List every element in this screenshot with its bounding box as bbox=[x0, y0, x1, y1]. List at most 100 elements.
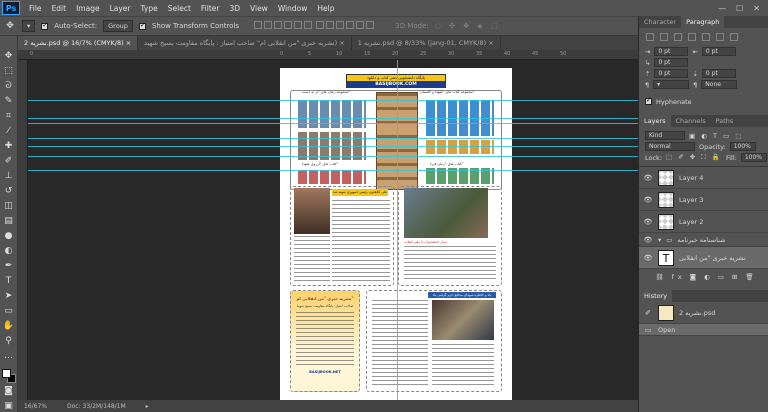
layer-row[interactable]: 👁 Layer 2 bbox=[639, 211, 768, 233]
canvas-area[interactable]: پایگاه دانشجویی نشر کتاب و دانلود BASIJB… bbox=[28, 60, 638, 400]
guide-horizontal[interactable] bbox=[28, 156, 638, 157]
move-tool-icon[interactable]: ✥ bbox=[4, 20, 16, 32]
lock-icons[interactable]: ⬚ ✐ ✥ ⛶ 🔒 bbox=[666, 153, 722, 162]
menu-help[interactable]: Help bbox=[312, 4, 339, 13]
justify-all-icon[interactable] bbox=[730, 32, 738, 41]
align-left-text-icon[interactable] bbox=[646, 32, 654, 41]
justify-last-center-icon[interactable] bbox=[702, 32, 710, 41]
fill-field[interactable]: 100% bbox=[740, 153, 767, 162]
crop-tool-icon[interactable]: ⌗ bbox=[3, 110, 15, 122]
align-bottom-icon[interactable] bbox=[274, 21, 283, 29]
menu-file[interactable]: File bbox=[24, 4, 47, 13]
history-item[interactable]: Open bbox=[658, 326, 675, 334]
align-right-text-icon[interactable] bbox=[674, 32, 682, 41]
distribute-right-icon[interactable] bbox=[366, 21, 375, 29]
eraser-tool-icon[interactable]: ◫ bbox=[3, 200, 15, 212]
menu-window[interactable]: Window bbox=[273, 4, 313, 13]
minimize-icon[interactable]: — bbox=[718, 4, 726, 13]
close-icon[interactable]: ✕ bbox=[753, 4, 760, 13]
menu-image[interactable]: Image bbox=[71, 4, 105, 13]
guide-horizontal[interactable] bbox=[28, 138, 638, 139]
more-tools-icon[interactable]: … bbox=[3, 350, 15, 362]
kind-filter-dropdown[interactable]: Kind bbox=[645, 131, 685, 140]
distribute-middle-icon[interactable] bbox=[326, 21, 335, 29]
opacity-field[interactable]: 100% bbox=[729, 142, 756, 151]
tool-preset-dropdown[interactable]: ▾ bbox=[22, 20, 36, 32]
history-snapshot[interactable]: ✐ نشریه 2.psd bbox=[639, 302, 768, 324]
healing-brush-tool-icon[interactable]: ✚ bbox=[3, 140, 15, 152]
pen-tool-icon[interactable]: ✒ bbox=[3, 260, 15, 272]
menu-filter[interactable]: Filter bbox=[196, 4, 225, 13]
visibility-eye-icon[interactable]: 👁 bbox=[643, 254, 653, 262]
doc-size[interactable]: Doc: 33/2M/148/1M bbox=[67, 403, 126, 410]
blend-mode-dropdown[interactable]: Normal bbox=[645, 142, 695, 151]
zoom-level[interactable]: 16/67% bbox=[24, 403, 47, 410]
menu-select[interactable]: Select bbox=[163, 4, 196, 13]
align-center-text-icon[interactable] bbox=[660, 32, 668, 41]
history-brush-tool-icon[interactable]: ↺ bbox=[3, 185, 15, 197]
tab-doc-2[interactable]: نشریه 2.psd @ 16/7% (CMYK/8) × bbox=[18, 36, 139, 50]
guide-horizontal[interactable] bbox=[28, 118, 638, 119]
tab-doc-news[interactable]: نشریه خبری "من انقلابی ام" صاحب امتیاز :… bbox=[138, 36, 352, 50]
marquee-tool-icon[interactable]: ⬚ bbox=[3, 65, 15, 77]
layer-row[interactable]: 👁 Layer 4 bbox=[639, 167, 768, 189]
visibility-eye-icon[interactable]: 👁 bbox=[643, 196, 653, 204]
hyphenate-checkbox[interactable] bbox=[645, 96, 652, 105]
layer-name[interactable]: Layer 3 bbox=[679, 196, 703, 204]
guide-horizontal[interactable] bbox=[28, 170, 638, 171]
tab-doc-1[interactable]: نشریه 1.psd @ 8/33% (jang-01, CMYK/8) × bbox=[352, 36, 501, 50]
indent-right-field[interactable]: 0 pt bbox=[701, 47, 736, 56]
fx-icon[interactable]: fx bbox=[672, 273, 686, 281]
filter-icons[interactable]: ▣ ◐ T ▭ ⬚ bbox=[689, 132, 743, 140]
layer-name[interactable]: نشریه خبری "من انقلابی bbox=[679, 254, 746, 262]
layer-row[interactable]: 👁 Layer 3 bbox=[639, 189, 768, 211]
menu-type[interactable]: Type bbox=[136, 4, 163, 13]
mask-icon[interactable]: ◙ bbox=[690, 273, 700, 281]
space-before-field[interactable]: 0 pt bbox=[654, 69, 689, 78]
layer-name[interactable]: Layer 4 bbox=[679, 174, 703, 182]
group-expand-icon[interactable]: ▾ bbox=[658, 236, 661, 244]
adjustment-icon[interactable]: ◐ bbox=[704, 273, 714, 281]
distribute-left-icon[interactable] bbox=[346, 21, 355, 29]
history-state[interactable]: ▭ Open bbox=[639, 324, 768, 336]
align-middle-icon[interactable] bbox=[264, 21, 273, 29]
quick-mask-icon[interactable]: ◙ bbox=[3, 385, 15, 397]
justify-last-right-icon[interactable] bbox=[716, 32, 724, 41]
eyedropper-tool-icon[interactable]: ⁄ bbox=[3, 125, 15, 137]
type-tool-icon[interactable]: T bbox=[3, 275, 15, 287]
clone-stamp-tool-icon[interactable]: ⊥ bbox=[3, 170, 15, 182]
hand-tool-icon[interactable]: ✋ bbox=[3, 320, 15, 332]
align-center-icon[interactable] bbox=[294, 21, 303, 29]
auto-select-checkbox[interactable] bbox=[41, 21, 49, 30]
layer-name[interactable]: شناسنامه خبرنامه bbox=[677, 236, 725, 244]
direction-dropdown[interactable]: ▾ bbox=[653, 80, 690, 89]
distribute-center-icon[interactable] bbox=[356, 21, 365, 29]
new-layer-icon[interactable]: ⊞ bbox=[732, 273, 741, 281]
lasso-tool-icon[interactable]: ᘐ bbox=[3, 80, 15, 92]
trash-icon[interactable]: 🗑 bbox=[745, 273, 757, 281]
rectangle-tool-icon[interactable]: ▭ bbox=[3, 305, 15, 317]
visibility-eye-icon[interactable]: 👁 bbox=[643, 218, 653, 226]
menu-view[interactable]: View bbox=[245, 4, 273, 13]
new-group-icon[interactable]: ▭ bbox=[718, 273, 728, 281]
guide-horizontal[interactable] bbox=[28, 100, 638, 101]
layer-name[interactable]: Layer 2 bbox=[679, 218, 703, 226]
align-top-icon[interactable] bbox=[254, 21, 263, 29]
tab-history[interactable]: History bbox=[639, 290, 673, 302]
history-brush-icon[interactable]: ✐ bbox=[643, 309, 653, 317]
tab-channels[interactable]: Channels bbox=[671, 115, 711, 127]
distribute-bottom-icon[interactable] bbox=[336, 21, 345, 29]
guide-horizontal[interactable] bbox=[28, 123, 638, 124]
screen-mode-icon[interactable]: ▣ bbox=[3, 400, 15, 412]
gradient-tool-icon[interactable]: ▤ bbox=[3, 215, 15, 227]
path-selection-tool-icon[interactable]: ➤ bbox=[3, 290, 15, 302]
visibility-eye-icon[interactable]: 👁 bbox=[643, 236, 653, 244]
align-right-icon[interactable] bbox=[304, 21, 313, 29]
menu-3d[interactable]: 3D bbox=[224, 4, 245, 13]
layer-row[interactable]: 👁 T نشریه خبری "من انقلابی bbox=[639, 247, 768, 269]
align-left-icon[interactable] bbox=[284, 21, 293, 29]
auto-select-dropdown[interactable]: Group bbox=[103, 20, 133, 32]
status-arrow-icon[interactable]: ▸ bbox=[146, 403, 149, 410]
history-item[interactable]: نشریه 2.psd bbox=[679, 309, 715, 317]
tab-layers[interactable]: Layers bbox=[639, 115, 671, 127]
